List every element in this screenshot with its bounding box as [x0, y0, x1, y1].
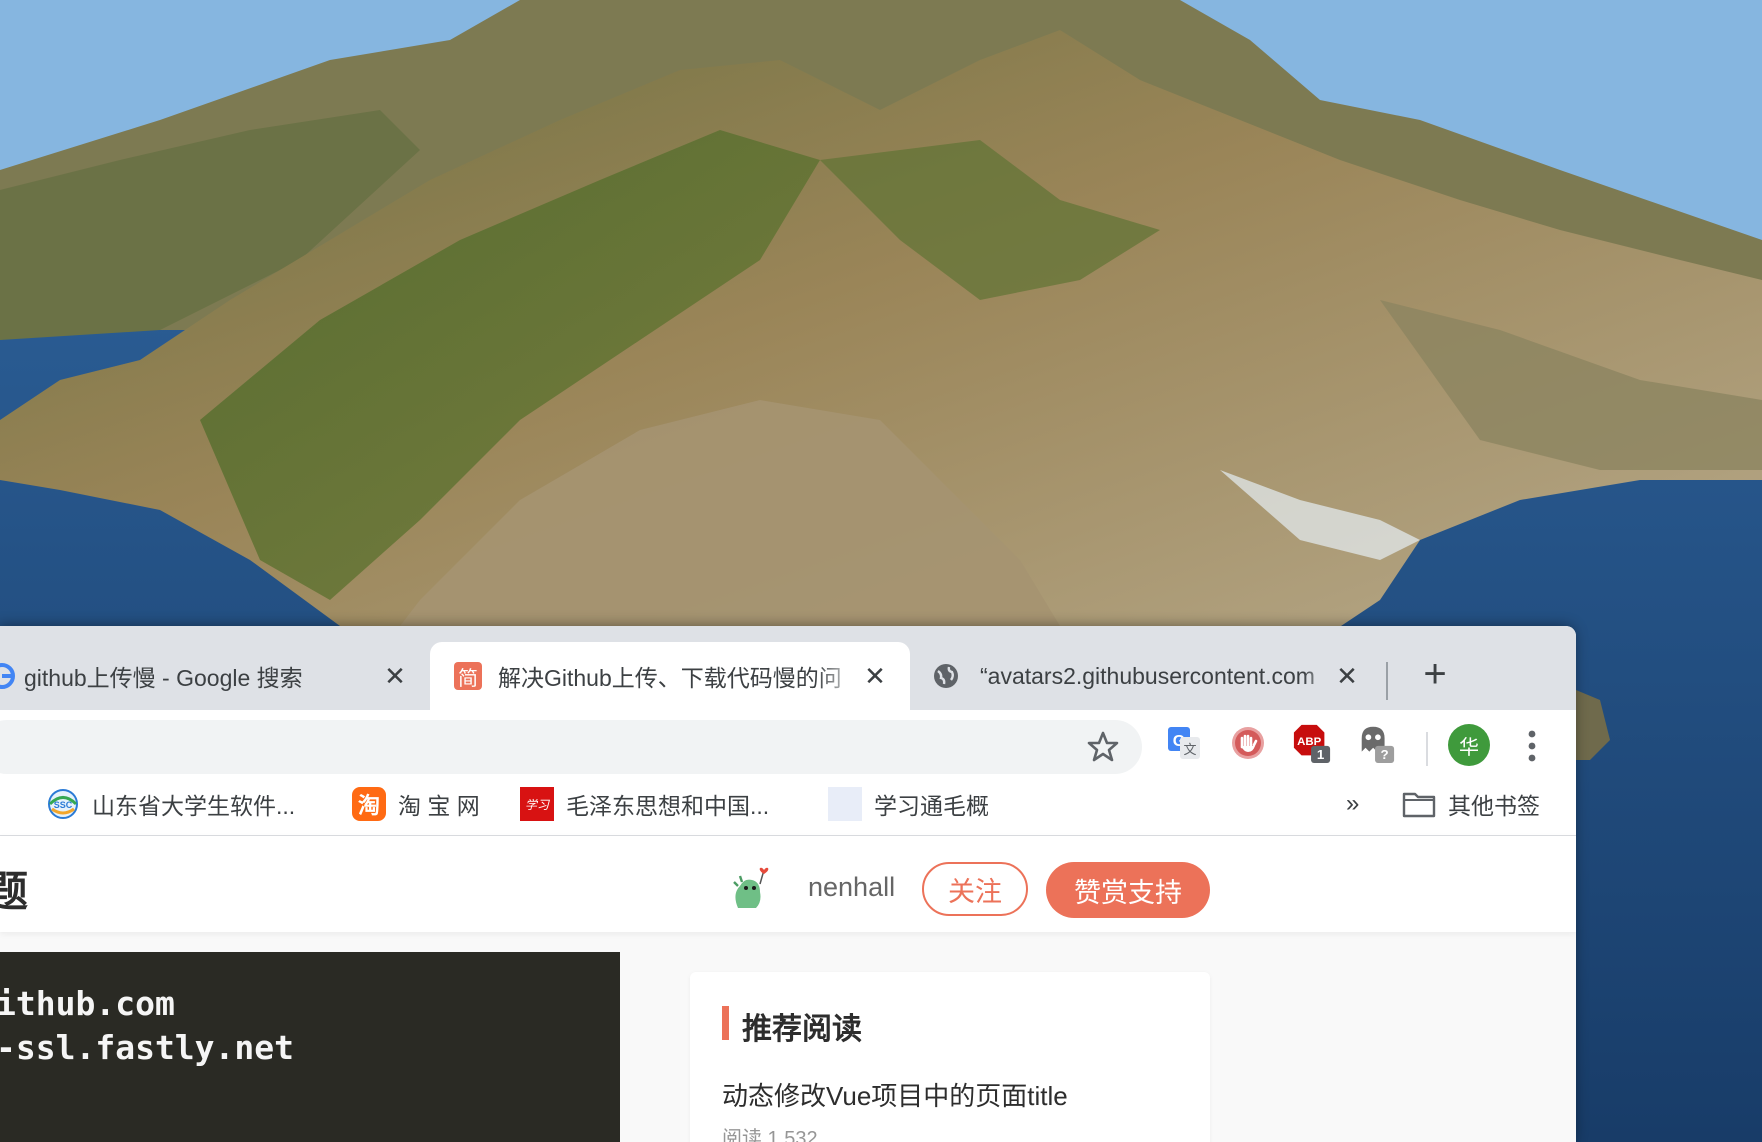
profile-avatar[interactable]: 华 — [1448, 724, 1490, 766]
bookmark-label: 毛泽东思想和中国... — [566, 793, 770, 819]
toolbar-separator — [1426, 732, 1428, 766]
tab-separator — [1386, 662, 1388, 700]
jianshu-icon: 简 — [454, 662, 482, 690]
sdu-icon-text: SSC — [54, 800, 73, 810]
bookmark-item[interactable]: 淘 淘 宝 网 — [352, 784, 480, 824]
author-avatar[interactable] — [726, 860, 774, 912]
recommended-article-meta: 阅读 1,532 — [722, 1128, 818, 1142]
tab-strip: github上传慢 - Google 搜索 ✕ 简 解决Github上传、下载代… — [0, 626, 1576, 710]
browser-menu-icon[interactable] — [1516, 728, 1548, 764]
sdu-icon: SSC — [46, 787, 80, 821]
code-line: -ssl.fastly.net — [0, 1028, 295, 1067]
bookmarks-bar: SSC 山东省大学生软件... 淘 淘 宝 网 学习 毛泽东思想和中国... 学… — [0, 774, 1576, 836]
close-tab-icon[interactable]: ✕ — [860, 661, 890, 691]
folder-icon — [1402, 787, 1436, 821]
close-tab-icon[interactable]: ✕ — [380, 661, 410, 691]
study-icon-text: 学习 — [524, 797, 549, 812]
tab-title: github上传慢 - Google 搜索 — [24, 665, 303, 691]
tab-title: 解决Github上传、下载代码慢的问 — [498, 665, 842, 691]
close-tab-icon[interactable]: ✕ — [1332, 661, 1362, 691]
bookmark-item[interactable]: 学习通毛概 — [828, 784, 989, 824]
taobao-icon-text: 淘 — [357, 793, 380, 818]
tab-jianshu-article[interactable]: 简 解决Github上传、下载代码慢的问 ✕ — [430, 642, 910, 710]
support-button[interactable]: 赞赏支持 — [1046, 862, 1210, 918]
bookmark-item[interactable]: SSC 山东省大学生软件... — [46, 784, 295, 824]
adblock-hand-icon[interactable] — [1228, 722, 1268, 764]
google-icon — [0, 662, 16, 690]
follow-button[interactable]: 关注 — [922, 862, 1028, 916]
bookmark-label: 山东省大学生软件... — [92, 793, 296, 819]
tab-avatars-image[interactable]: “avatars2.githubusercontent.com ✕ — [920, 642, 1380, 710]
browser-window: github上传慢 - Google 搜索 ✕ 简 解决Github上传、下载代… — [0, 626, 1576, 1142]
author-name[interactable]: nenhall — [808, 872, 895, 903]
globe-icon — [932, 662, 960, 690]
svg-text:文: 文 — [1183, 742, 1196, 757]
ghostery-icon[interactable]: ? — [1356, 722, 1396, 764]
recommended-article-link[interactable]: 动态修改Vue项目中的页面title — [722, 1076, 1068, 1113]
address-bar[interactable] — [0, 720, 1142, 774]
browser-toolbar: G文 ABP 1 ? 华 — [0, 710, 1576, 774]
recommended-reading-title: 推荐阅读 — [742, 1013, 862, 1046]
bookmark-label: 其他书签 — [1448, 793, 1540, 819]
bookmark-label: 学习通毛概 — [874, 793, 989, 819]
tab-google-search[interactable]: github上传慢 - Google 搜索 ✕ — [0, 642, 428, 710]
new-tab-button[interactable]: + — [1413, 652, 1457, 696]
code-block: ithub.com -ssl.fastly.net — [0, 952, 620, 1142]
tab-title: “avatars2.githubusercontent.com — [980, 662, 1315, 689]
bookmark-item[interactable]: 学习 毛泽东思想和中国... — [520, 784, 769, 824]
other-bookmarks-folder[interactable]: 其他书签 — [1402, 784, 1540, 824]
favicon-text: 简 — [458, 667, 478, 690]
study-icon: 学习 — [520, 787, 554, 821]
article-title: 题 — [0, 868, 29, 915]
bookmark-label: 淘 宝 网 — [398, 793, 480, 819]
section-accent-bar — [722, 1006, 729, 1040]
article-header: 题 nenhall 关注 赞赏支持 — [0, 836, 1576, 932]
bookmark-star-icon[interactable] — [1086, 730, 1120, 764]
ghost-badge-text: ? — [1380, 747, 1388, 762]
adblock-plus-icon[interactable]: ABP 1 — [1292, 722, 1332, 764]
blank-page-icon — [828, 787, 862, 821]
google-translate-icon[interactable]: G文 — [1164, 722, 1204, 764]
abp-badge-text: 1 — [1317, 747, 1325, 762]
recommended-reading-card: 推荐阅读 动态修改Vue项目中的页面title 阅读 1,532 — [690, 972, 1210, 1142]
more-bookmarks-chevron[interactable]: » — [1346, 790, 1359, 818]
code-line: ithub.com — [0, 984, 175, 1023]
page-content: 题 nenhall 关注 赞赏支持 ithub.com -ssl.fastly.… — [0, 836, 1576, 1142]
taobao-icon: 淘 — [352, 787, 386, 821]
profile-initial: 华 — [1459, 736, 1479, 759]
